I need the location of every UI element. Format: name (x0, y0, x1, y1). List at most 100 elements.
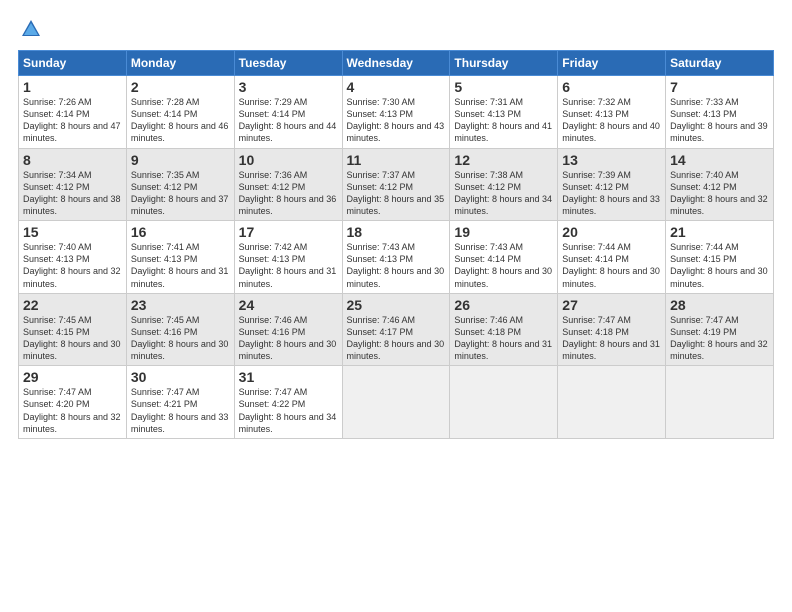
day-number: 12 (454, 152, 553, 168)
day-number: 19 (454, 224, 553, 240)
calendar-cell: 23 Sunrise: 7:45 AM Sunset: 4:16 PM Dayl… (126, 293, 234, 366)
day-number: 22 (23, 297, 122, 313)
day-number: 8 (23, 152, 122, 168)
day-info: Sunrise: 7:36 AM Sunset: 4:12 PM Dayligh… (239, 169, 338, 218)
calendar-cell: 28 Sunrise: 7:47 AM Sunset: 4:19 PM Dayl… (666, 293, 774, 366)
calendar-cell: 1 Sunrise: 7:26 AM Sunset: 4:14 PM Dayli… (19, 76, 127, 149)
day-info: Sunrise: 7:28 AM Sunset: 4:14 PM Dayligh… (131, 96, 230, 145)
calendar-cell: 30 Sunrise: 7:47 AM Sunset: 4:21 PM Dayl… (126, 366, 234, 439)
calendar-cell: 12 Sunrise: 7:38 AM Sunset: 4:12 PM Dayl… (450, 148, 558, 221)
weekday-header: Thursday (450, 51, 558, 76)
day-info: Sunrise: 7:45 AM Sunset: 4:15 PM Dayligh… (23, 314, 122, 363)
logo-icon (20, 18, 42, 40)
calendar-cell: 10 Sunrise: 7:36 AM Sunset: 4:12 PM Dayl… (234, 148, 342, 221)
day-info: Sunrise: 7:47 AM Sunset: 4:18 PM Dayligh… (562, 314, 661, 363)
day-info: Sunrise: 7:44 AM Sunset: 4:15 PM Dayligh… (670, 241, 769, 290)
calendar-cell: 5 Sunrise: 7:31 AM Sunset: 4:13 PM Dayli… (450, 76, 558, 149)
day-info: Sunrise: 7:46 AM Sunset: 4:17 PM Dayligh… (347, 314, 446, 363)
day-number: 6 (562, 79, 661, 95)
calendar-cell: 18 Sunrise: 7:43 AM Sunset: 4:13 PM Dayl… (342, 221, 450, 294)
day-number: 3 (239, 79, 338, 95)
calendar-cell: 11 Sunrise: 7:37 AM Sunset: 4:12 PM Dayl… (342, 148, 450, 221)
weekday-header: Wednesday (342, 51, 450, 76)
day-number: 2 (131, 79, 230, 95)
day-number: 18 (347, 224, 446, 240)
day-number: 21 (670, 224, 769, 240)
day-number: 4 (347, 79, 446, 95)
calendar-cell: 6 Sunrise: 7:32 AM Sunset: 4:13 PM Dayli… (558, 76, 666, 149)
calendar-table: SundayMondayTuesdayWednesdayThursdayFrid… (18, 50, 774, 439)
day-info: Sunrise: 7:40 AM Sunset: 4:13 PM Dayligh… (23, 241, 122, 290)
day-info: Sunrise: 7:26 AM Sunset: 4:14 PM Dayligh… (23, 96, 122, 145)
calendar-cell: 31 Sunrise: 7:47 AM Sunset: 4:22 PM Dayl… (234, 366, 342, 439)
day-info: Sunrise: 7:38 AM Sunset: 4:12 PM Dayligh… (454, 169, 553, 218)
day-info: Sunrise: 7:47 AM Sunset: 4:19 PM Dayligh… (670, 314, 769, 363)
day-number: 25 (347, 297, 446, 313)
weekday-header: Saturday (666, 51, 774, 76)
day-number: 10 (239, 152, 338, 168)
day-number: 31 (239, 369, 338, 385)
calendar-cell: 19 Sunrise: 7:43 AM Sunset: 4:14 PM Dayl… (450, 221, 558, 294)
calendar-cell: 17 Sunrise: 7:42 AM Sunset: 4:13 PM Dayl… (234, 221, 342, 294)
day-number: 1 (23, 79, 122, 95)
day-info: Sunrise: 7:47 AM Sunset: 4:21 PM Dayligh… (131, 386, 230, 435)
calendar-week-row: 29 Sunrise: 7:47 AM Sunset: 4:20 PM Dayl… (19, 366, 774, 439)
day-number: 5 (454, 79, 553, 95)
day-info: Sunrise: 7:44 AM Sunset: 4:14 PM Dayligh… (562, 241, 661, 290)
calendar-cell: 4 Sunrise: 7:30 AM Sunset: 4:13 PM Dayli… (342, 76, 450, 149)
day-number: 23 (131, 297, 230, 313)
day-number: 11 (347, 152, 446, 168)
day-info: Sunrise: 7:39 AM Sunset: 4:12 PM Dayligh… (562, 169, 661, 218)
weekday-header: Sunday (19, 51, 127, 76)
calendar-cell: 24 Sunrise: 7:46 AM Sunset: 4:16 PM Dayl… (234, 293, 342, 366)
day-info: Sunrise: 7:42 AM Sunset: 4:13 PM Dayligh… (239, 241, 338, 290)
day-info: Sunrise: 7:41 AM Sunset: 4:13 PM Dayligh… (131, 241, 230, 290)
day-number: 20 (562, 224, 661, 240)
calendar-week-row: 8 Sunrise: 7:34 AM Sunset: 4:12 PM Dayli… (19, 148, 774, 221)
calendar-cell: 16 Sunrise: 7:41 AM Sunset: 4:13 PM Dayl… (126, 221, 234, 294)
day-number: 27 (562, 297, 661, 313)
day-info: Sunrise: 7:30 AM Sunset: 4:13 PM Dayligh… (347, 96, 446, 145)
calendar-cell (342, 366, 450, 439)
day-info: Sunrise: 7:47 AM Sunset: 4:20 PM Dayligh… (23, 386, 122, 435)
day-info: Sunrise: 7:32 AM Sunset: 4:13 PM Dayligh… (562, 96, 661, 145)
calendar-cell (558, 366, 666, 439)
day-number: 30 (131, 369, 230, 385)
day-info: Sunrise: 7:43 AM Sunset: 4:13 PM Dayligh… (347, 241, 446, 290)
day-number: 14 (670, 152, 769, 168)
calendar-cell (450, 366, 558, 439)
day-info: Sunrise: 7:29 AM Sunset: 4:14 PM Dayligh… (239, 96, 338, 145)
calendar-cell: 13 Sunrise: 7:39 AM Sunset: 4:12 PM Dayl… (558, 148, 666, 221)
calendar-cell: 29 Sunrise: 7:47 AM Sunset: 4:20 PM Dayl… (19, 366, 127, 439)
calendar-week-row: 15 Sunrise: 7:40 AM Sunset: 4:13 PM Dayl… (19, 221, 774, 294)
calendar-cell (666, 366, 774, 439)
day-number: 24 (239, 297, 338, 313)
day-info: Sunrise: 7:33 AM Sunset: 4:13 PM Dayligh… (670, 96, 769, 145)
calendar-week-row: 22 Sunrise: 7:45 AM Sunset: 4:15 PM Dayl… (19, 293, 774, 366)
day-info: Sunrise: 7:40 AM Sunset: 4:12 PM Dayligh… (670, 169, 769, 218)
calendar-cell: 9 Sunrise: 7:35 AM Sunset: 4:12 PM Dayli… (126, 148, 234, 221)
calendar-cell: 2 Sunrise: 7:28 AM Sunset: 4:14 PM Dayli… (126, 76, 234, 149)
calendar-cell: 20 Sunrise: 7:44 AM Sunset: 4:14 PM Dayl… (558, 221, 666, 294)
day-number: 15 (23, 224, 122, 240)
day-info: Sunrise: 7:31 AM Sunset: 4:13 PM Dayligh… (454, 96, 553, 145)
day-info: Sunrise: 7:34 AM Sunset: 4:12 PM Dayligh… (23, 169, 122, 218)
day-info: Sunrise: 7:46 AM Sunset: 4:18 PM Dayligh… (454, 314, 553, 363)
day-info: Sunrise: 7:47 AM Sunset: 4:22 PM Dayligh… (239, 386, 338, 435)
day-number: 9 (131, 152, 230, 168)
day-number: 17 (239, 224, 338, 240)
day-number: 13 (562, 152, 661, 168)
calendar-cell: 21 Sunrise: 7:44 AM Sunset: 4:15 PM Dayl… (666, 221, 774, 294)
logo (18, 18, 44, 40)
day-info: Sunrise: 7:43 AM Sunset: 4:14 PM Dayligh… (454, 241, 553, 290)
calendar-cell: 3 Sunrise: 7:29 AM Sunset: 4:14 PM Dayli… (234, 76, 342, 149)
calendar-cell: 14 Sunrise: 7:40 AM Sunset: 4:12 PM Dayl… (666, 148, 774, 221)
calendar-cell: 8 Sunrise: 7:34 AM Sunset: 4:12 PM Dayli… (19, 148, 127, 221)
day-number: 7 (670, 79, 769, 95)
header (18, 18, 774, 40)
page: SundayMondayTuesdayWednesdayThursdayFrid… (0, 0, 792, 612)
day-number: 26 (454, 297, 553, 313)
day-number: 28 (670, 297, 769, 313)
calendar-cell: 27 Sunrise: 7:47 AM Sunset: 4:18 PM Dayl… (558, 293, 666, 366)
day-info: Sunrise: 7:46 AM Sunset: 4:16 PM Dayligh… (239, 314, 338, 363)
